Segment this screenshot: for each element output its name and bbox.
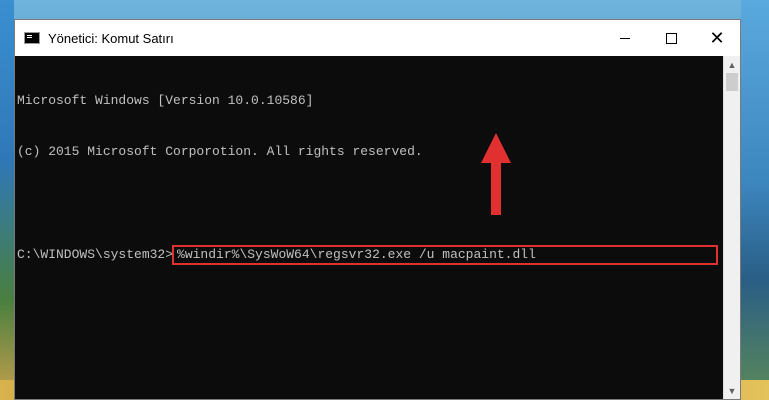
scroll-up-icon: ▲ [727,59,737,70]
command-line: C:\WINDOWS\system32> %windir%\SysWoW64\re… [17,245,723,265]
scroll-up-button[interactable]: ▲ [724,56,740,73]
command-prompt-window: Yönetici: Komut Satırı ✕ Microsoft Windo… [14,19,741,400]
cmd-app-icon [24,32,40,44]
desktop-background-right [741,0,769,400]
console-output[interactable]: Microsoft Windows [Version 10.0.10586] (… [15,56,723,399]
desktop-background-left [0,0,14,400]
minimize-button[interactable] [602,20,648,56]
title-bar[interactable]: Yönetici: Komut Satırı ✕ [15,20,740,56]
command-text: %windir%\SysWoW64\regsvr32.exe /u macpai… [177,247,536,262]
red-up-arrow-icon [481,133,511,215]
window-controls: ✕ [602,20,740,56]
scroll-down-button[interactable]: ▼ [724,382,740,399]
console-line: Microsoft Windows [Version 10.0.10586] [17,93,314,108]
maximize-icon [665,32,677,44]
console-line: (c) 2015 Microsoft Corporotion. All righ… [17,144,423,159]
command-text-highlight[interactable]: %windir%\SysWoW64\regsvr32.exe /u macpai… [172,245,718,265]
console-prompt: C:\WINDOWS\system32> [17,247,174,262]
window-title: Yönetici: Komut Satırı [48,30,174,46]
close-icon: ✕ [709,27,725,48]
maximize-button[interactable] [648,20,694,56]
scroll-thumb[interactable] [726,73,738,91]
scroll-down-icon: ▼ [727,385,737,396]
vertical-scrollbar[interactable]: ▲ ▼ [723,56,740,399]
close-button[interactable]: ✕ [694,20,740,56]
minimize-icon [620,37,630,39]
